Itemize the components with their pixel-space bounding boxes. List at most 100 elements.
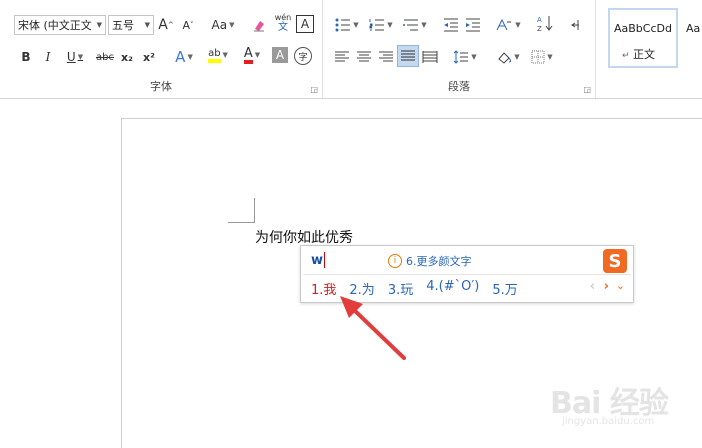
- distributed-button[interactable]: [421, 47, 439, 67]
- watermark-url: jingyan.baidu.com: [562, 416, 655, 427]
- font-name-combo[interactable]: 宋体 (中文正文 ▼: [14, 15, 106, 35]
- increase-indent-button[interactable]: [463, 15, 483, 35]
- align-left-button[interactable]: [333, 47, 351, 67]
- sort-button[interactable]: AZ: [535, 13, 555, 33]
- style-next-sample: AaI: [686, 22, 702, 35]
- subscript-label: x₂: [121, 50, 133, 64]
- clear-format-button[interactable]: [250, 15, 268, 35]
- font-dialog-launcher-icon[interactable]: ◲: [310, 85, 318, 94]
- bullets-button[interactable]: ▼: [333, 15, 361, 35]
- style-normal-name: ↵ 正文: [622, 48, 656, 61]
- style-normal[interactable]: AaBbCcDd ↵ 正文: [608, 8, 678, 68]
- bold-label: B: [21, 50, 31, 64]
- paragraph-dialog-launcher-icon[interactable]: ◲: [583, 85, 591, 94]
- text-effects-button[interactable]: A ▼: [170, 47, 198, 67]
- decrease-indent-button[interactable]: [441, 15, 461, 35]
- align-left-icon: [335, 51, 349, 62]
- show-marks-button[interactable]: [567, 15, 583, 35]
- italic-button[interactable]: I: [40, 47, 56, 67]
- ime-composition: w: [311, 253, 324, 268]
- chevron-down-icon: ▼: [77, 53, 84, 61]
- distributed-icon: [422, 51, 438, 63]
- numbering-icon: [369, 19, 385, 31]
- line-spacing-button[interactable]: ▼: [451, 47, 479, 67]
- next-page-icon[interactable]: ›: [604, 279, 609, 294]
- font-name-value: 宋体 (中文正文: [18, 19, 92, 32]
- chevron-down-icon: ▼: [387, 21, 393, 29]
- clear-format-icon: [254, 21, 264, 32]
- subscript-button[interactable]: x₂: [118, 47, 136, 67]
- character-shading-button[interactable]: A: [272, 47, 288, 63]
- change-case-label: Aa: [211, 18, 228, 32]
- chevron-down-icon: ▼: [222, 51, 228, 59]
- phonetic-guide-button[interactable]: wén 文: [273, 13, 293, 33]
- highlight-button[interactable]: ab ▼: [204, 45, 232, 65]
- shrink-font-button[interactable]: A ˅: [180, 15, 196, 35]
- chevron-down-icon: ▼: [547, 53, 553, 61]
- style-next[interactable]: AaI: [680, 8, 702, 68]
- paragraph-group: ▼ ▼ ▼ ▼ AZ ▼ ▼ ▼ 段落 ◲: [323, 0, 596, 98]
- chevron-down-icon: ▼: [187, 53, 193, 61]
- decrease-indent-icon: [444, 18, 458, 32]
- superscript-button[interactable]: x²: [140, 47, 158, 67]
- character-border-button[interactable]: A: [296, 15, 314, 33]
- grow-font-label: A: [158, 17, 168, 33]
- borders-icon: [531, 50, 545, 64]
- ime-candidate[interactable]: 3.玩: [388, 279, 413, 298]
- chevron-down-icon: ▼: [144, 21, 150, 29]
- shading-icon: [498, 52, 512, 64]
- document-text[interactable]: 为何你如此优秀: [255, 227, 353, 247]
- strikethrough-label: abc: [96, 51, 114, 63]
- multilevel-list-button[interactable]: ▼: [401, 15, 429, 35]
- center-icon: [357, 51, 371, 62]
- ime-candidate[interactable]: 5.万: [492, 279, 517, 298]
- character-border-label: A: [300, 17, 310, 31]
- underline-label: U: [66, 50, 76, 64]
- numbering-button[interactable]: ▼: [367, 15, 395, 35]
- expand-icon[interactable]: ⌄: [616, 279, 625, 292]
- svg-text:Z: Z: [537, 25, 542, 32]
- font-color-button[interactable]: A ▼: [238, 45, 266, 65]
- font-color-label: A: [243, 47, 253, 64]
- justify-icon: [401, 50, 415, 61]
- character-shading-label: A: [275, 48, 285, 62]
- font-size-combo[interactable]: 五号 ▼: [108, 15, 154, 35]
- chinese-layout-button[interactable]: ▼: [493, 15, 523, 35]
- center-button[interactable]: [355, 47, 373, 67]
- ime-candidate[interactable]: 2.为: [349, 279, 374, 298]
- prev-page-icon[interactable]: ‹: [590, 279, 595, 294]
- chevron-down-icon: ▼: [514, 53, 520, 61]
- justify-button[interactable]: [397, 45, 419, 67]
- phonetic-sub-label: 文: [278, 22, 288, 33]
- ime-hint[interactable]: i 6.更多颜文字: [388, 253, 472, 269]
- style-normal-sample: AaBbCcDd: [614, 22, 672, 35]
- ime-candidate[interactable]: 4.(#`O′): [426, 279, 479, 298]
- chevron-down-icon: ▼: [96, 21, 102, 29]
- chinese-layout-icon: [496, 18, 512, 31]
- underline-button[interactable]: U ▼: [62, 47, 88, 67]
- borders-button[interactable]: ▼: [527, 47, 557, 67]
- text-effects-label: A: [175, 48, 186, 66]
- chevron-down-icon: ▼: [254, 51, 261, 59]
- italic-label: I: [45, 50, 51, 64]
- ribbon: 宋体 (中文正文 ▼ 五号 ▼ A ^ A ˅ Aa ▼ wén 文 A B I U ▼…: [0, 0, 702, 99]
- strikethrough-button[interactable]: abc: [94, 47, 116, 67]
- change-case-button[interactable]: Aa ▼: [206, 15, 240, 35]
- highlight-label: ab: [208, 48, 221, 63]
- superscript-label: x²: [143, 50, 155, 64]
- increase-indent-icon: [466, 18, 480, 32]
- grow-font-button[interactable]: A ^: [158, 15, 174, 35]
- chevron-down-icon: ▼: [421, 21, 427, 29]
- enclose-characters-button[interactable]: 字: [294, 47, 312, 65]
- svg-text:A: A: [537, 16, 542, 24]
- shading-button[interactable]: ▼: [493, 47, 523, 67]
- sogou-logo-icon[interactable]: S: [603, 249, 627, 273]
- bold-button[interactable]: B: [18, 47, 34, 67]
- shrink-font-label: A: [182, 18, 191, 32]
- align-right-button[interactable]: [377, 47, 395, 67]
- ime-candidate[interactable]: 1.我: [311, 279, 336, 298]
- font-group: 宋体 (中文正文 ▼ 五号 ▼ A ^ A ˅ Aa ▼ wén 文 A B I U ▼…: [0, 0, 323, 98]
- sort-icon: AZ: [537, 16, 553, 32]
- align-right-icon: [379, 51, 393, 62]
- font-group-label: 字体: [150, 80, 172, 93]
